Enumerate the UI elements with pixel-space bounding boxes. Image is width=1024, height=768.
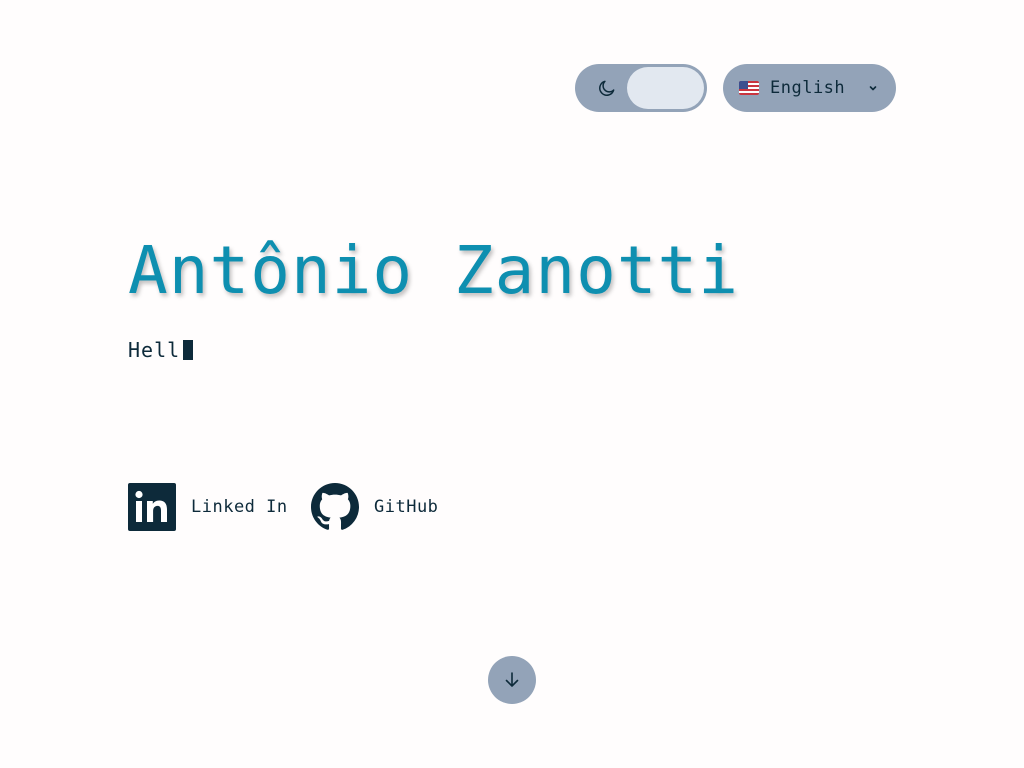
github-link[interactable]: GitHub — [311, 483, 438, 531]
arrow-down-icon — [505, 672, 519, 687]
linkedin-icon — [128, 483, 176, 531]
us-flag-icon — [739, 81, 759, 95]
language-select[interactable]: English — [723, 64, 896, 112]
github-icon — [311, 483, 359, 530]
toggle-knob — [627, 67, 704, 109]
linkedin-link[interactable]: Linked In — [128, 483, 288, 531]
github-label: GitHub — [374, 497, 439, 517]
linkedin-label: Linked In — [191, 497, 288, 517]
typing-text-value: Hell — [128, 338, 181, 362]
moon-icon — [599, 80, 615, 96]
scroll-down-button[interactable] — [488, 656, 536, 704]
typing-text: Hell — [128, 338, 194, 362]
chevron-down-icon — [869, 86, 877, 91]
hero-name: Antônio Zanotti — [128, 232, 740, 309]
theme-toggle[interactable] — [575, 64, 707, 112]
typing-cursor — [183, 340, 194, 360]
language-label: English — [770, 78, 846, 98]
